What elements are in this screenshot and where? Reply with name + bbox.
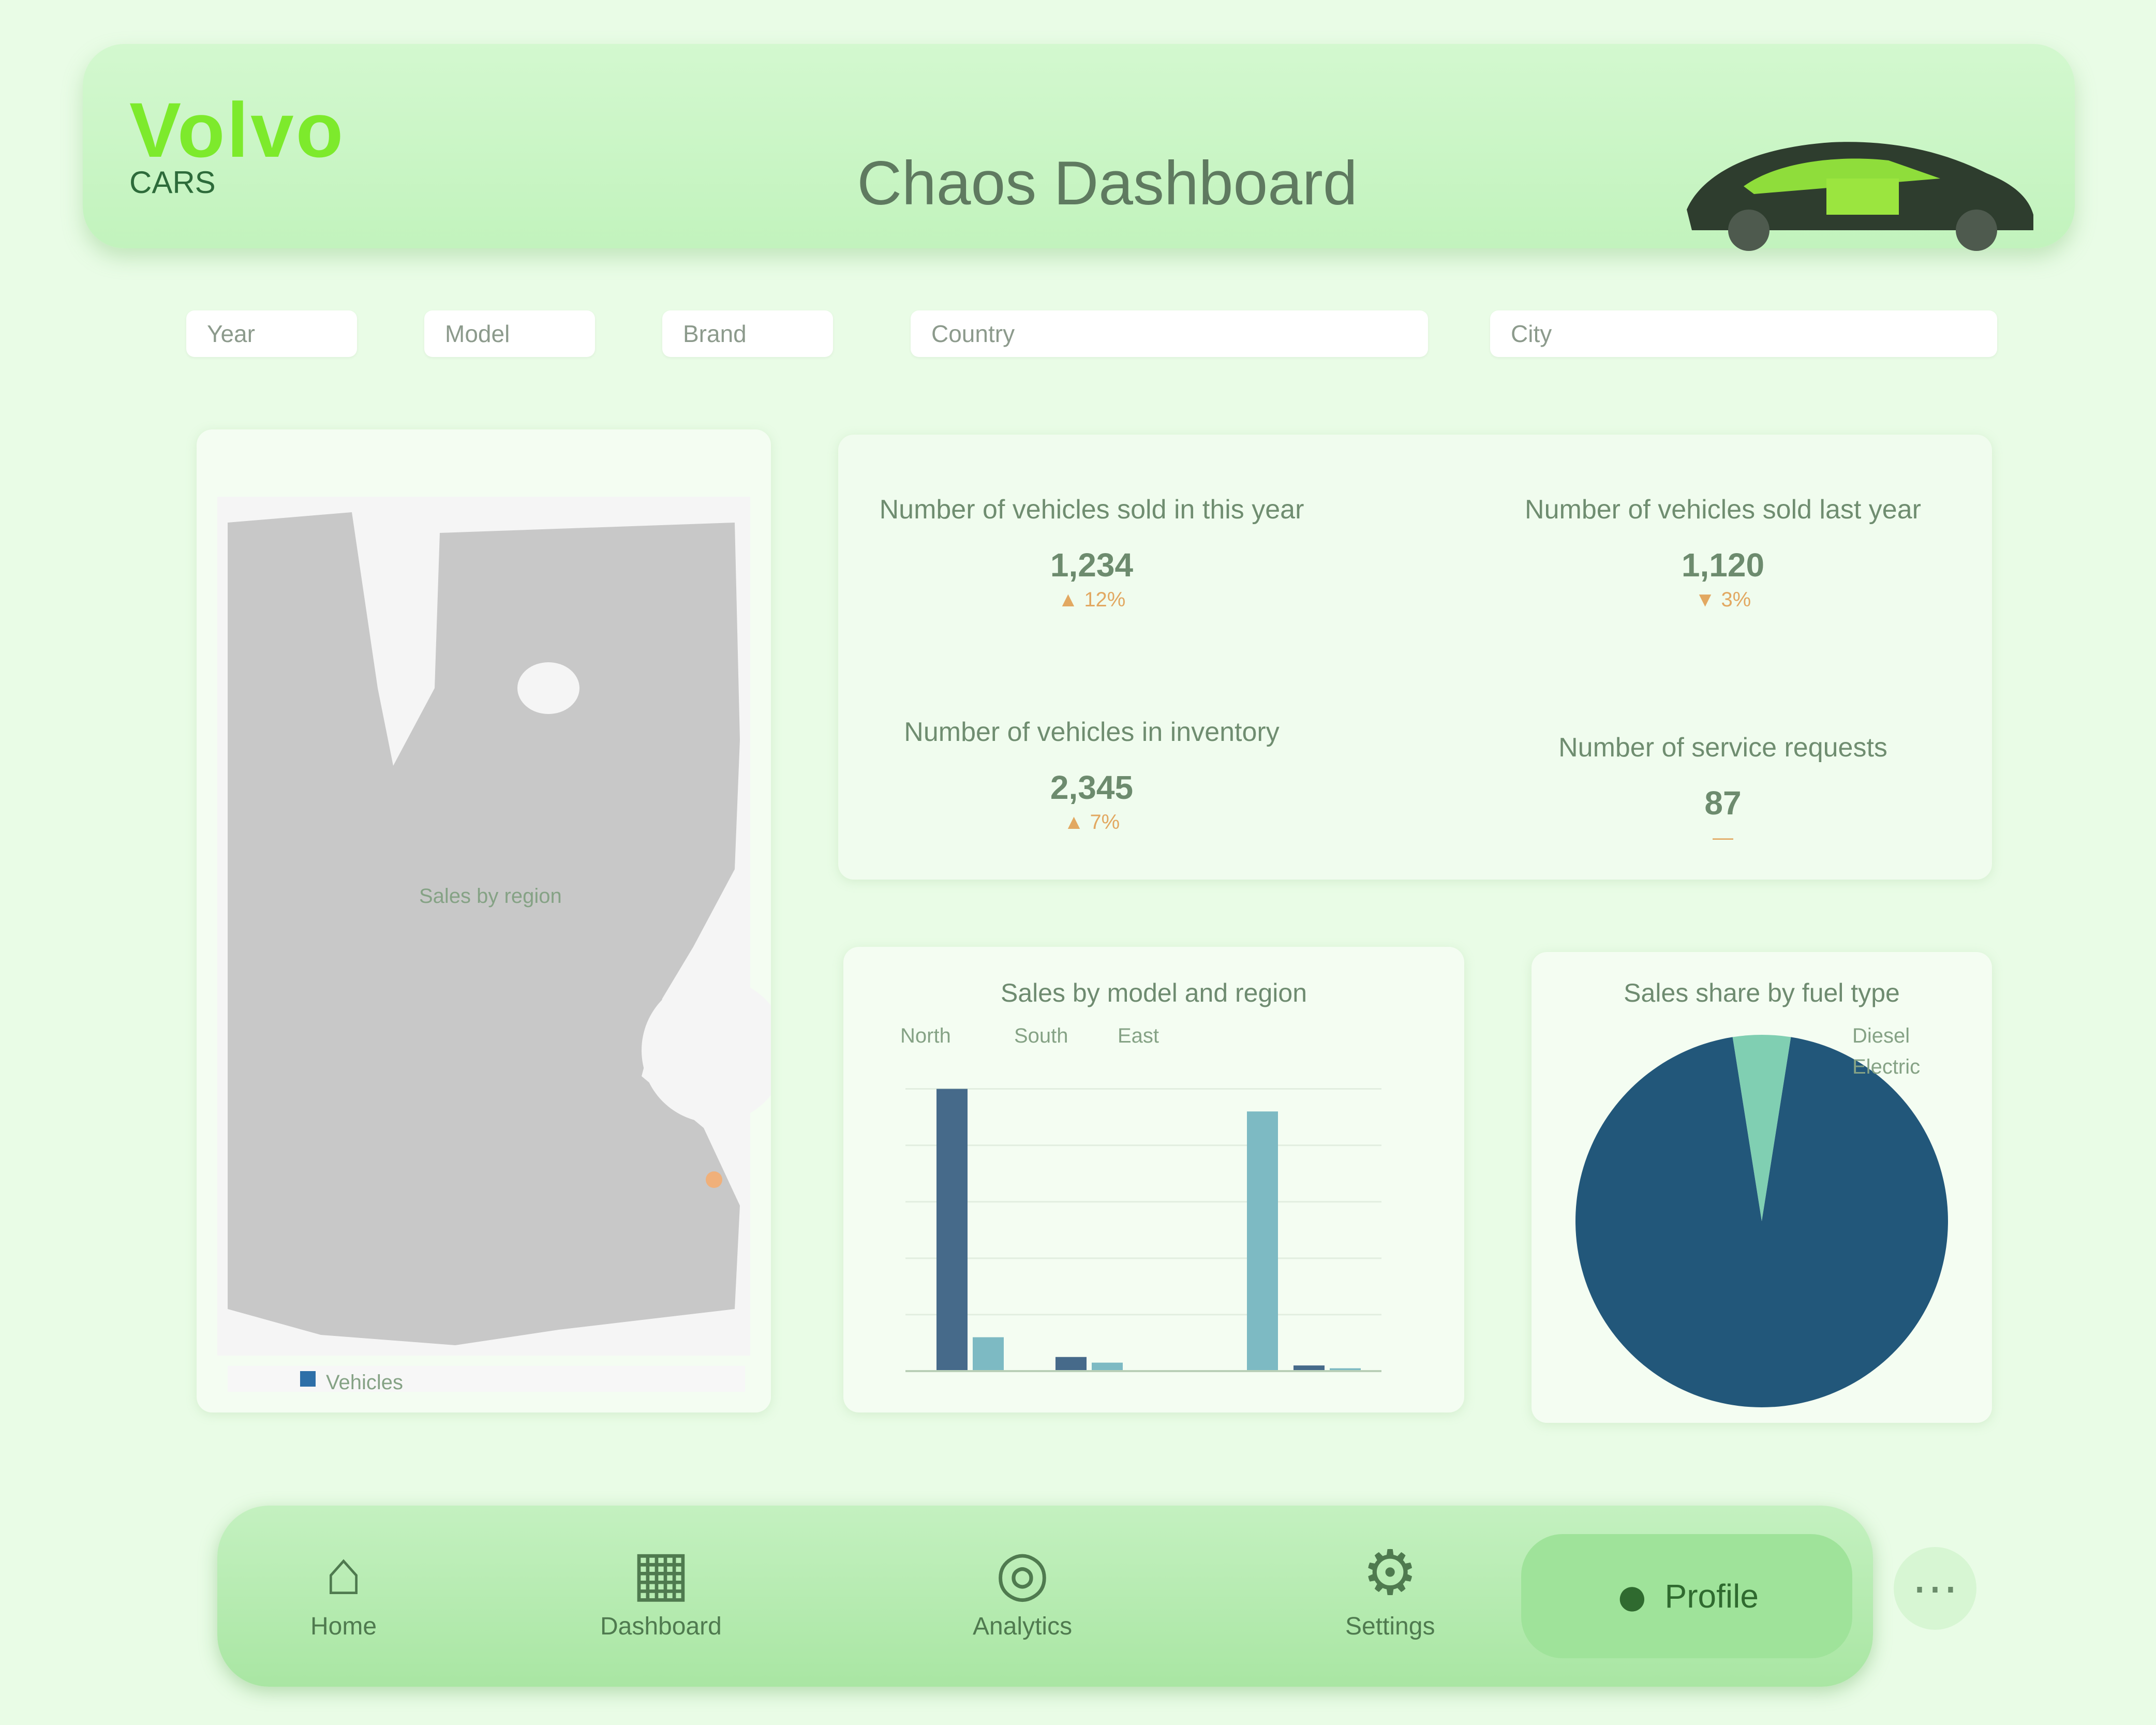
kpi-title: Number of vehicles in inventory	[904, 717, 1280, 747]
chart-icon: ◎	[995, 1538, 1050, 1608]
map-label: Sales by region	[419, 885, 562, 908]
bar-north-A[interactable]	[936, 1089, 968, 1371]
filter-label: Year	[207, 320, 255, 347]
gear-icon: ⚙	[1362, 1538, 1418, 1608]
map[interactable]	[197, 429, 786, 1412]
map-legend: Vehicles	[326, 1371, 403, 1394]
kpi-value: 2,345	[1050, 769, 1134, 806]
dashboard-root: Volvo CARS Chaos Dashboard Year Model Br…	[0, 0, 2156, 1725]
bar-east-C[interactable]	[1247, 1111, 1278, 1371]
kpi-card-4[interactable]: Number of service requests 87 —	[1490, 683, 1956, 874]
bar-south-A[interactable]	[973, 1337, 1004, 1371]
nav-label: Home	[310, 1613, 377, 1640]
map-panel: Vehicles Sales by region	[197, 429, 786, 1412]
nav-home[interactable]: ⌂ Home	[310, 1542, 377, 1641]
grid-icon: ▦	[631, 1538, 691, 1608]
pie-legend-0: Diesel	[1852, 1024, 1910, 1047]
user-icon: ●	[1615, 1564, 1649, 1628]
kpi-area: Number of vehicles sold in this year 1,2…	[838, 435, 1992, 880]
filters-bar: Year Model Brand Country City	[186, 310, 1997, 357]
nav-dashboard[interactable]: ▦ Dashboard	[600, 1542, 722, 1641]
kpi-value: 1,120	[1681, 546, 1765, 584]
nav-active-label: Profile	[1664, 1578, 1759, 1615]
bar-chart-panel: Sales by model and region North South Ea…	[843, 947, 1464, 1412]
bar-chart[interactable]	[843, 947, 1464, 1412]
brand-word: Volvo	[129, 86, 346, 173]
kpi-card-3[interactable]: Number of vehicles in inventory 2,345 ▲ …	[859, 667, 1325, 859]
more-button[interactable]: ⋯	[1894, 1547, 1976, 1630]
car-image	[1687, 142, 2033, 251]
pie-chart[interactable]	[1531, 952, 1992, 1423]
bar-south-B[interactable]	[1092, 1362, 1123, 1371]
filter-model[interactable]: Model	[424, 310, 595, 357]
kpi-sub: ▼ 3%	[1694, 588, 1751, 611]
filter-label: Model	[445, 320, 510, 347]
filter-label: Country	[931, 320, 1015, 347]
bottom-nav: ⌂ Home ▦ Dashboard ◎ Analytics ⚙ Setting…	[217, 1506, 1873, 1687]
filter-label: Brand	[683, 320, 747, 347]
filter-city[interactable]: City	[1490, 310, 1997, 357]
kpi-value: 87	[1704, 784, 1742, 822]
home-icon: ⌂	[324, 1538, 363, 1608]
nav-settings[interactable]: ⚙ Settings	[1345, 1542, 1435, 1641]
pie-legend-1: Electric	[1852, 1055, 1921, 1078]
kpi-value: 1,234	[1050, 546, 1134, 584]
kpi-title: Number of service requests	[1558, 733, 1887, 763]
page-title: Chaos Dashboard	[857, 148, 1358, 218]
pie-chart-panel: Sales share by fuel type Diesel Electric	[1531, 952, 1992, 1423]
nav-profile[interactable]: ● Profile	[1521, 1534, 1852, 1658]
more-icon: ⋯	[1912, 1563, 1958, 1615]
nav-label: Analytics	[973, 1613, 1073, 1640]
brand-logo[interactable]: Volvo CARS	[129, 85, 346, 200]
filter-country[interactable]: Country	[911, 310, 1428, 357]
filter-label: City	[1511, 320, 1552, 347]
kpi-title: Number of vehicles sold in this year	[879, 495, 1304, 525]
bar-north-B[interactable]	[1055, 1357, 1087, 1371]
nav-analytics[interactable]: ◎ Analytics	[973, 1542, 1072, 1641]
kpi-sub: —	[1713, 826, 1733, 849]
filter-year[interactable]: Year	[186, 310, 357, 357]
nav-label: Settings	[1345, 1613, 1435, 1640]
kpi-sub: ▲ 12%	[1058, 588, 1126, 611]
filter-brand[interactable]: Brand	[662, 310, 833, 357]
kpi-card-1[interactable]: Number of vehicles sold in this year 1,2…	[859, 445, 1325, 636]
kpi-card-2[interactable]: Number of vehicles sold last year 1,120 …	[1490, 445, 1956, 636]
nav-label: Dashboard	[600, 1613, 722, 1640]
kpi-sub: ▲ 7%	[1063, 811, 1120, 834]
header: Volvo CARS Chaos Dashboard	[83, 44, 2075, 251]
kpi-title: Number of vehicles sold last year	[1525, 495, 1921, 525]
